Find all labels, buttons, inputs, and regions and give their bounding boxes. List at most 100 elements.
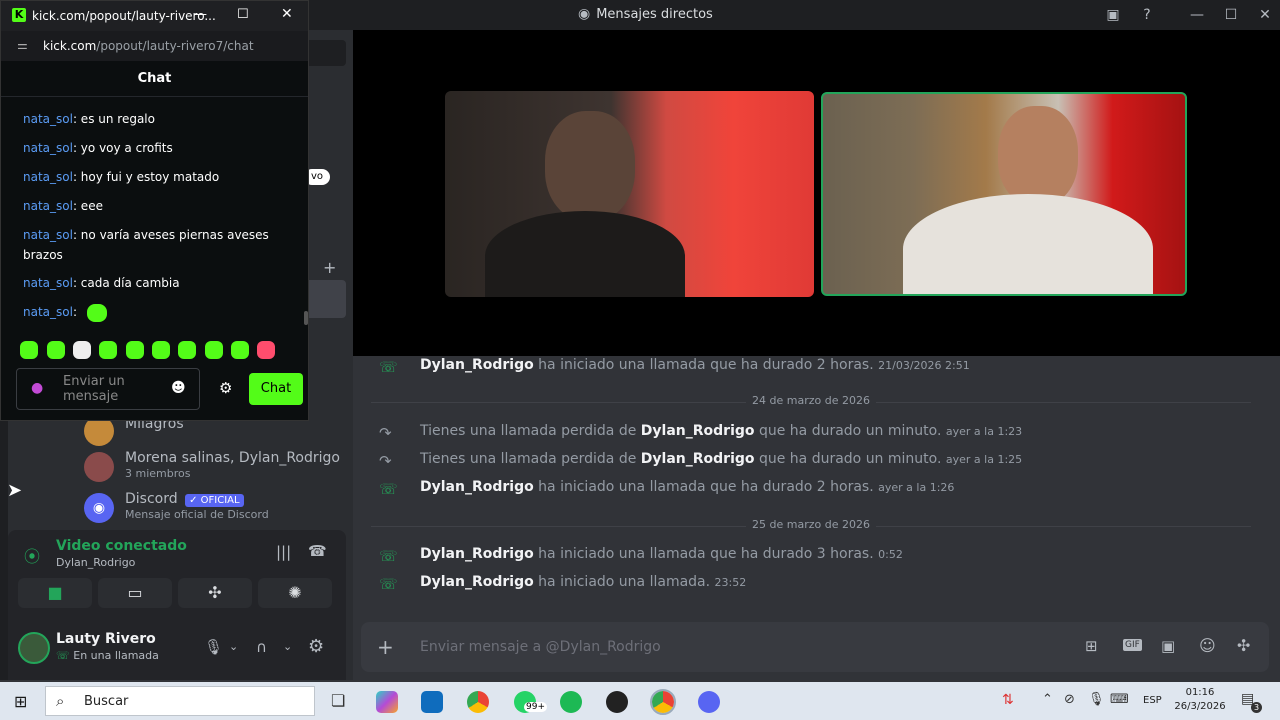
chat-title: Chat — [137, 71, 172, 86]
task-view-icon[interactable]: ❏ — [331, 691, 345, 710]
voice-connection-panel: ⦿ Video conectado Dylan_Rodrigo ||| ☎ ■ … — [8, 530, 346, 622]
outlook-icon[interactable] — [421, 691, 443, 713]
chevron-down-icon[interactable]: ⌄ — [229, 640, 238, 653]
chevron-down-icon[interactable]: ⌄ — [283, 640, 292, 653]
signal-icon: ⦿ — [24, 547, 41, 566]
gear-icon[interactable]: ⚙ — [308, 636, 324, 657]
user-status: En una llamada — [73, 649, 159, 662]
minimize-button[interactable]: — — [1186, 4, 1208, 26]
emote-icon[interactable] — [20, 341, 38, 359]
minimize-button[interactable]: — — [194, 7, 207, 22]
username[interactable]: Lauty Rivero — [56, 631, 156, 647]
chat-input[interactable]: ● Enviar un mensaje ☻ — [16, 368, 200, 410]
dm-item-group[interactable]: Morena salinas, Dylan_Rodrigo 3 miembros — [80, 450, 340, 484]
user-panel: Lauty Rivero ☏ En una llamada 🎙 ⌄ ∩ ⌄ ⚙ — [8, 622, 346, 680]
app-icon[interactable] — [606, 691, 628, 713]
self-face — [998, 106, 1078, 206]
inbox-icon[interactable]: ▣ — [1102, 4, 1124, 26]
search-icon: ⌕ — [56, 692, 65, 710]
spotify-icon[interactable] — [560, 691, 582, 713]
chrome-profile-icon[interactable] — [650, 689, 676, 715]
emote-icon[interactable] — [178, 341, 196, 359]
emote-icon[interactable] — [152, 341, 170, 359]
microphone-icon[interactable]: 🎙 — [1088, 692, 1105, 707]
message-composer: + Enviar mensaje a @Dylan_Rodrigo ⊞ GIF … — [361, 622, 1269, 672]
discord-taskbar-icon[interactable] — [698, 691, 720, 713]
gear-icon[interactable]: ⚙ — [219, 379, 232, 397]
video-tile-participant[interactable] — [445, 91, 814, 297]
chat-message: nata_sol: yo voy a crofits — [23, 141, 173, 155]
chevron-up-icon[interactable]: ⌃ — [1042, 692, 1053, 707]
microphone-icon[interactable]: 🎙 — [204, 638, 223, 656]
official-badge: ✓ OFICIAL — [185, 494, 244, 507]
chat-message: nata_sol: eee — [23, 199, 103, 213]
maximize-button[interactable]: ☐ — [1220, 4, 1242, 26]
discord-logo-icon: ◉ — [578, 6, 591, 22]
copilot-icon[interactable] — [376, 691, 398, 713]
create-dm-icon[interactable]: + — [323, 258, 336, 277]
chat-message: nata_sol: no varía aveses piernas aveses… — [23, 228, 269, 262]
phone-icon: ☏ — [56, 649, 70, 662]
emote-icon[interactable] — [99, 341, 117, 359]
close-button[interactable]: ✕ — [1254, 4, 1276, 26]
screen-share-button[interactable]: ▭ — [98, 578, 172, 608]
kick-window-title: kick.com/popout/lauty-rivero... — [32, 9, 216, 23]
emote-icon[interactable] — [257, 341, 275, 359]
chrome-icon[interactable] — [467, 691, 489, 713]
search-box[interactable]: ⌕ Buscar — [45, 686, 315, 716]
microphone-icon[interactable]: ● — [31, 380, 43, 396]
language-indicator[interactable]: ESP — [1143, 695, 1162, 706]
emote-icon[interactable] — [47, 341, 65, 359]
noise-suppression-icon[interactable]: ||| — [276, 543, 291, 561]
video-tile-self[interactable] — [821, 92, 1187, 296]
clock[interactable]: 01:16 26/3/2026 — [1170, 686, 1230, 714]
participant-face — [545, 111, 635, 221]
emote-icon[interactable] — [126, 341, 144, 359]
call-message: ☏ Dylan_Rodrigo ha iniciado una llamada … — [379, 357, 970, 376]
emote-icon[interactable] — [73, 341, 91, 359]
soundboard-button[interactable]: ✺ — [258, 578, 332, 608]
add-attachment-icon[interactable]: + — [377, 635, 394, 659]
missed-call-icon: ↷ — [379, 452, 392, 470]
help-icon[interactable]: ? — [1136, 4, 1158, 26]
missed-call-message: ↷ Tienes una llamada perdida de Dylan_Ro… — [379, 451, 1023, 470]
participant-body — [485, 211, 685, 297]
tray-app-icon[interactable]: ⇅ — [1002, 692, 1014, 708]
activities-button[interactable]: ✣ — [178, 578, 252, 608]
sticker-icon[interactable]: ▣ — [1161, 637, 1175, 655]
camera-button[interactable]: ■ — [18, 578, 92, 608]
emote-icon[interactable] — [231, 341, 249, 359]
apps-icon[interactable]: ✣ — [1237, 636, 1250, 655]
emoji-icon[interactable]: ☺ — [1199, 636, 1216, 655]
message-input[interactable]: Enviar mensaje a @Dylan_Rodrigo — [420, 639, 661, 655]
chat-message: nata_sol: hoy fui y estoy matado — [23, 170, 220, 184]
headphones-icon[interactable]: ∩ — [256, 638, 267, 656]
voice-status[interactable]: Video conectado — [56, 538, 187, 554]
missed-call-icon: ↷ — [379, 424, 392, 442]
emote-icon[interactable] — [205, 341, 223, 359]
send-chat-button[interactable]: Chat — [249, 373, 303, 405]
close-button[interactable]: ✕ — [281, 6, 293, 22]
chat-message: nata_sol: — [23, 302, 293, 322]
call-message: ☏ Dylan_Rodrigo ha iniciado una llamada.… — [379, 574, 747, 593]
voice-channel[interactable]: Dylan_Rodrigo — [56, 556, 135, 569]
self-body — [903, 194, 1153, 294]
date-separator: 25 de marzo de 2026 — [371, 518, 1251, 534]
avatar[interactable] — [18, 632, 50, 664]
kick-titlebar: K kick.com/popout/lauty-rivero... — ☐ ✕ — [1, 1, 308, 31]
phone-icon: ☏ — [379, 575, 398, 593]
site-settings-icon[interactable]: ⚌ — [17, 38, 28, 52]
network-icon[interactable]: ⊘ — [1064, 692, 1075, 707]
address-bar[interactable]: ⚌ kick.com/popout/lauty-rivero7/chat — [1, 31, 308, 61]
windows-start-icon[interactable]: ⊞ — [14, 692, 27, 711]
gift-icon[interactable]: ⊞ — [1085, 637, 1098, 655]
phone-icon: ☏ — [379, 358, 398, 376]
window-title: ◉ Mensajes directos — [578, 6, 713, 22]
keyboard-icon[interactable]: ⌨ — [1110, 692, 1129, 707]
emoji-icon[interactable]: ☻ — [171, 380, 186, 396]
gif-icon[interactable]: GIF — [1123, 639, 1142, 651]
dm-item-discord[interactable]: ◉ Discord ✓ OFICIAL Mensaje oficial de D… — [80, 491, 340, 525]
maximize-button[interactable]: ☐ — [237, 7, 249, 22]
disconnect-icon[interactable]: ☎ — [308, 542, 327, 560]
chat-scrollbar[interactable] — [304, 311, 308, 325]
